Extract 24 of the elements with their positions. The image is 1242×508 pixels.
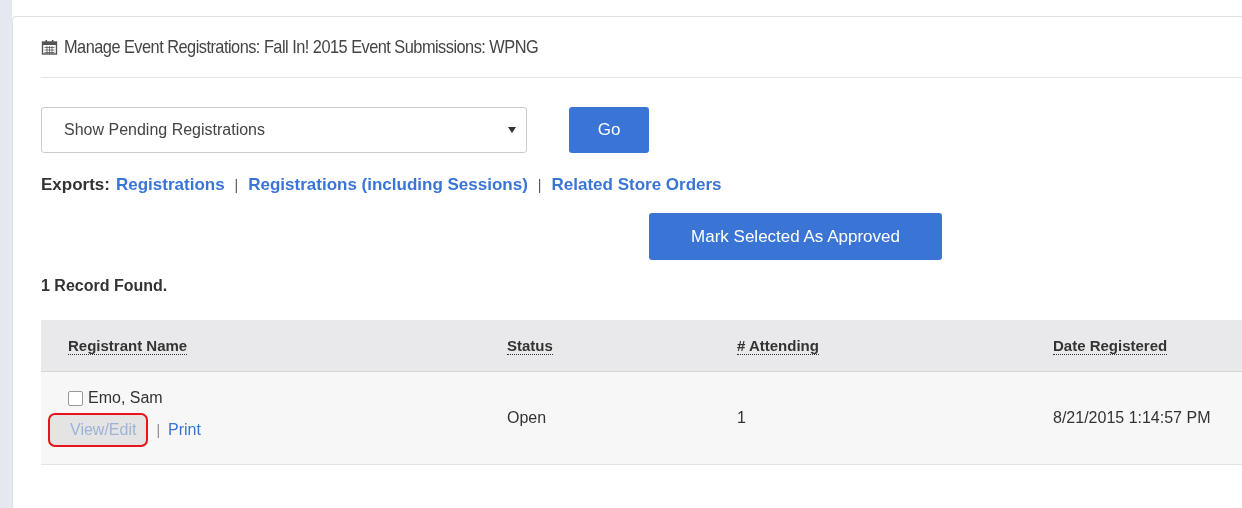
page-title: Manage Event Registrations: Fall In! 2015 Event Submissions: WPNG (64, 36, 539, 58)
calendar-icon (41, 39, 58, 55)
approve-button[interactable]: Mark Selected As Approved (649, 213, 942, 260)
export-link[interactable]: Related Store Orders (551, 175, 722, 195)
record-count: 1 Record Found. (41, 277, 169, 295)
attending-cell: 1 (737, 409, 746, 426)
registrant-name: Emo, Sam (88, 389, 163, 407)
filter-dropdown[interactable]: Show Pending Registrations (41, 107, 527, 153)
column-header[interactable]: Registrant Name (68, 336, 188, 355)
separator: | (537, 177, 542, 193)
action-link[interactable]: Print (168, 415, 201, 445)
column-header[interactable]: Date Registered (1053, 336, 1168, 355)
status-cell: Open (507, 409, 547, 426)
exports-label: Exports: (41, 175, 110, 195)
caret-icon (508, 127, 516, 133)
export-link[interactable]: Registrations (115, 175, 225, 195)
column-header[interactable]: Status (507, 336, 553, 355)
column-header[interactable]: # Attending (737, 336, 819, 355)
checkbox[interactable] (68, 390, 83, 406)
separator: | (234, 177, 239, 193)
separator: | (156, 422, 161, 438)
date-cell: 8/21/2015 1:14:57 PM (1053, 409, 1211, 426)
go-button[interactable]: Go (569, 107, 649, 153)
export-link[interactable]: Registrations (including Sessions) (248, 175, 528, 195)
